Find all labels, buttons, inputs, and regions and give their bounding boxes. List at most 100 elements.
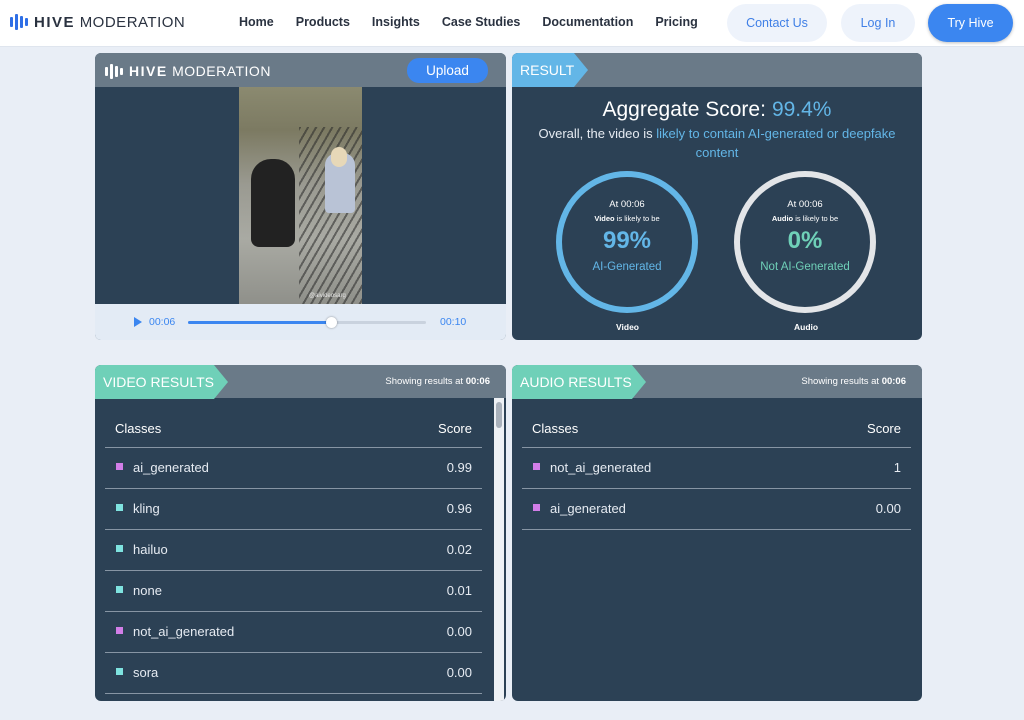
current-time: 00:06 bbox=[149, 316, 176, 328]
class-score: 0.01 bbox=[446, 583, 472, 598]
seek-bar-progress bbox=[188, 321, 331, 324]
result-tag: RESULT bbox=[512, 53, 589, 87]
class-color-marker bbox=[116, 545, 123, 552]
video-watermark: @aivideosarg bbox=[309, 293, 346, 299]
class-score: 1 bbox=[893, 460, 901, 475]
table-row: ai_generated 0.00 bbox=[522, 489, 911, 530]
class-score: 0.96 bbox=[446, 501, 472, 516]
table-row: ai_generated 0.99 bbox=[105, 448, 482, 489]
class-color-marker bbox=[116, 668, 123, 675]
audio-gauge-percent: 0% bbox=[787, 227, 823, 254]
audio-gauge-subtitle: Audio is likely to be bbox=[740, 214, 870, 223]
class-name: ai_generated bbox=[550, 501, 626, 516]
table-row: kling 0.96 bbox=[105, 489, 482, 530]
audio-results-tag: AUDIO RESULTS bbox=[512, 365, 646, 399]
video-score-gauge: At 00:06 Video is likely to be 99% AI-Ge… bbox=[556, 171, 698, 313]
class-color-marker bbox=[116, 504, 123, 511]
video-gorilla-shape bbox=[251, 159, 295, 247]
nav-link-insights[interactable]: Insights bbox=[372, 15, 420, 29]
nav-link-pricing[interactable]: Pricing bbox=[655, 15, 697, 29]
video-player-panel: HIVE MODERATION Upload @aivideosarg 00:0… bbox=[95, 53, 506, 340]
player-header: HIVE MODERATION Upload bbox=[95, 53, 506, 87]
class-color-marker bbox=[533, 504, 540, 511]
play-icon[interactable] bbox=[134, 317, 142, 327]
video-person-hair-shape bbox=[331, 147, 347, 167]
audio-results-header: AUDIO RESULTS Showing results at 00:06 bbox=[512, 365, 922, 399]
seek-bar[interactable] bbox=[188, 317, 426, 328]
upload-button[interactable]: Upload bbox=[407, 58, 488, 83]
audio-gauge-label: Not AI-Generated bbox=[760, 261, 850, 273]
player-logo-light: MODERATION bbox=[172, 63, 271, 79]
audio-showing-time: 00:06 bbox=[881, 376, 906, 387]
video-gauge-subject: Video bbox=[594, 214, 615, 223]
video-results-showing: Showing results at 00:06 bbox=[385, 376, 490, 387]
table-row: hailuo 0.02 bbox=[105, 530, 482, 571]
nav-link-case-studies[interactable]: Case Studies bbox=[442, 15, 521, 29]
audio-results-panel: AUDIO RESULTS Showing results at 00:06 C… bbox=[512, 365, 922, 701]
video-results-panel: VIDEO RESULTS Showing results at 00:06 C… bbox=[95, 365, 506, 701]
class-score: 0.00 bbox=[446, 624, 472, 639]
class-color-marker bbox=[533, 463, 540, 470]
audio-gauge-subject: Audio bbox=[771, 214, 794, 223]
class-score: 0.00 bbox=[446, 665, 472, 680]
table-row: not_ai_generated 0.00 bbox=[105, 612, 482, 653]
audio-score-gauge: At 00:06 Audio is likely to be 0% Not AI… bbox=[734, 171, 876, 313]
video-gauge-subtitle: Video is likely to be bbox=[562, 214, 692, 223]
contact-us-button[interactable]: Contact Us bbox=[727, 4, 827, 42]
hive-logo-icon bbox=[10, 13, 28, 31]
seek-handle[interactable] bbox=[325, 317, 337, 328]
result-header: RESULT bbox=[512, 53, 922, 87]
class-name: none bbox=[133, 583, 162, 598]
nav-links: Home Products Insights Case Studies Docu… bbox=[239, 15, 720, 29]
class-name: not_ai_generated bbox=[550, 460, 652, 475]
player-controls: 00:06 00:10 bbox=[95, 304, 506, 340]
class-color-marker bbox=[116, 627, 123, 634]
hive-logo[interactable]: HIVE MODERATION bbox=[10, 13, 185, 31]
column-score: Score bbox=[867, 421, 901, 436]
video-gauge-time: At 00:06 bbox=[609, 199, 645, 210]
nav-link-products[interactable]: Products bbox=[296, 15, 350, 29]
video-gauge-likely: is likely to be bbox=[616, 214, 660, 223]
scrollbar-thumb[interactable] bbox=[496, 402, 502, 428]
nav-link-home[interactable]: Home bbox=[239, 15, 274, 29]
class-name: ai_generated bbox=[133, 460, 209, 475]
overall-prefix: Overall, the video is bbox=[538, 126, 653, 141]
class-name: hailuo bbox=[133, 542, 168, 557]
top-navigation: HIVE MODERATION Home Products Insights C… bbox=[0, 0, 1024, 47]
nav-link-documentation[interactable]: Documentation bbox=[542, 15, 633, 29]
audio-gauge-time: At 00:06 bbox=[787, 199, 823, 210]
try-hive-button[interactable]: Try Hive bbox=[928, 4, 1013, 42]
video-gauge-caption: Video bbox=[616, 322, 639, 332]
hive-logo-icon bbox=[105, 62, 123, 80]
table-header: Classes Score bbox=[105, 415, 482, 448]
aggregate-score: Aggregate Score: 99.4% bbox=[512, 98, 922, 122]
video-gauge-label: AI-Generated bbox=[592, 261, 662, 273]
player-logo-bold: HIVE bbox=[129, 63, 168, 79]
column-classes: Classes bbox=[532, 421, 579, 436]
logo-light-text: MODERATION bbox=[79, 13, 186, 31]
audio-gauge-likely: is likely to be bbox=[795, 214, 839, 223]
aggregate-value: 99.4% bbox=[771, 98, 832, 121]
column-score: Score bbox=[438, 421, 472, 436]
aggregate-label: Aggregate Score: bbox=[602, 98, 766, 121]
video-showing-time: 00:06 bbox=[465, 376, 490, 387]
table-row: none 0.01 bbox=[105, 571, 482, 612]
class-score: 0.02 bbox=[446, 542, 472, 557]
audio-results-showing: Showing results at 00:06 bbox=[801, 376, 906, 387]
class-score: 0.99 bbox=[446, 460, 472, 475]
overall-highlight: likely to contain AI-generated or deepfa… bbox=[656, 126, 896, 160]
result-panel: RESULT Aggregate Score: 99.4% Overall, th… bbox=[512, 53, 922, 340]
end-time: 00:10 bbox=[440, 316, 467, 328]
video-results-table: Classes Score ai_generated 0.99 kling 0.96 h… bbox=[105, 415, 482, 694]
audio-gauge-caption: Audio bbox=[794, 322, 819, 332]
video-gauge-percent: 99% bbox=[602, 227, 652, 254]
player-logo: HIVE MODERATION bbox=[105, 62, 271, 80]
video-results-scrollbar[interactable] bbox=[494, 398, 504, 701]
video-preview[interactable]: @aivideosarg bbox=[239, 87, 362, 304]
log-in-button[interactable]: Log In bbox=[841, 4, 915, 42]
table-row: not_ai_generated 1 bbox=[522, 448, 911, 489]
video-showing-prefix: Showing results at bbox=[385, 376, 464, 387]
class-score: 0.00 bbox=[875, 501, 901, 516]
class-name: sora bbox=[133, 665, 159, 680]
table-header: Classes Score bbox=[522, 415, 911, 448]
